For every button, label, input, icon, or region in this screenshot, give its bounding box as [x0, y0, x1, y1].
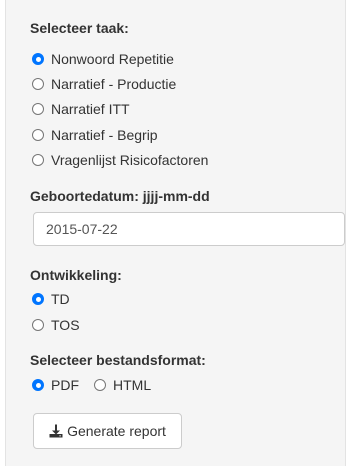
radio-button[interactable] [32, 154, 44, 166]
task-label: Selecteer taak: [30, 20, 129, 36]
birthdate-input[interactable] [33, 212, 345, 246]
format-label: Selecteer bestandsformat: [30, 352, 206, 368]
radio-label: TD [51, 291, 70, 307]
radio-label: HTML [113, 377, 152, 393]
radio-label: Narratief - Begrip [51, 127, 158, 143]
radio-button[interactable] [94, 379, 106, 391]
radio-button-checked[interactable] [32, 293, 44, 305]
radio-button[interactable] [32, 319, 44, 331]
radio-button[interactable] [32, 78, 44, 90]
sidebar-panel: Selecteer taak: Nonwoord Repetitie Narra… [5, 0, 346, 466]
radio-format-html[interactable]: HTML [94, 376, 151, 394]
radio-format-pdf[interactable]: PDF [32, 376, 79, 394]
radio-development-tos[interactable]: TOS [32, 316, 80, 334]
radio-task-narratief-itt[interactable]: Narratief ITT [32, 100, 130, 118]
birthdate-label: Geboortedatum: jjjj-mm-dd [30, 188, 210, 204]
radio-button-checked[interactable] [32, 379, 44, 391]
radio-label: Vragenlijst Risicofactoren [51, 152, 209, 168]
generate-report-label: Generate report [67, 423, 166, 439]
radio-task-narratief-productie[interactable]: Narratief - Productie [32, 75, 176, 93]
radio-button[interactable] [32, 103, 44, 115]
generate-report-button[interactable]: Generate report [33, 413, 182, 449]
radio-button[interactable] [32, 129, 44, 141]
download-icon [49, 424, 63, 438]
radio-button-checked[interactable] [32, 53, 44, 65]
radio-task-narratief-begrip[interactable]: Narratief - Begrip [32, 126, 158, 144]
radio-label: Nonwoord Repetitie [51, 51, 174, 67]
radio-development-td[interactable]: TD [32, 290, 70, 308]
radio-label: PDF [51, 377, 79, 393]
development-label: Ontwikkeling: [30, 267, 122, 283]
radio-task-vragenlijst-risicofactoren[interactable]: Vragenlijst Risicofactoren [32, 151, 208, 169]
radio-label: Narratief ITT [51, 101, 130, 117]
radio-task-nonwoord-repetitie[interactable]: Nonwoord Repetitie [32, 50, 174, 68]
radio-label: TOS [51, 317, 80, 333]
radio-label: Narratief - Productie [51, 76, 177, 92]
